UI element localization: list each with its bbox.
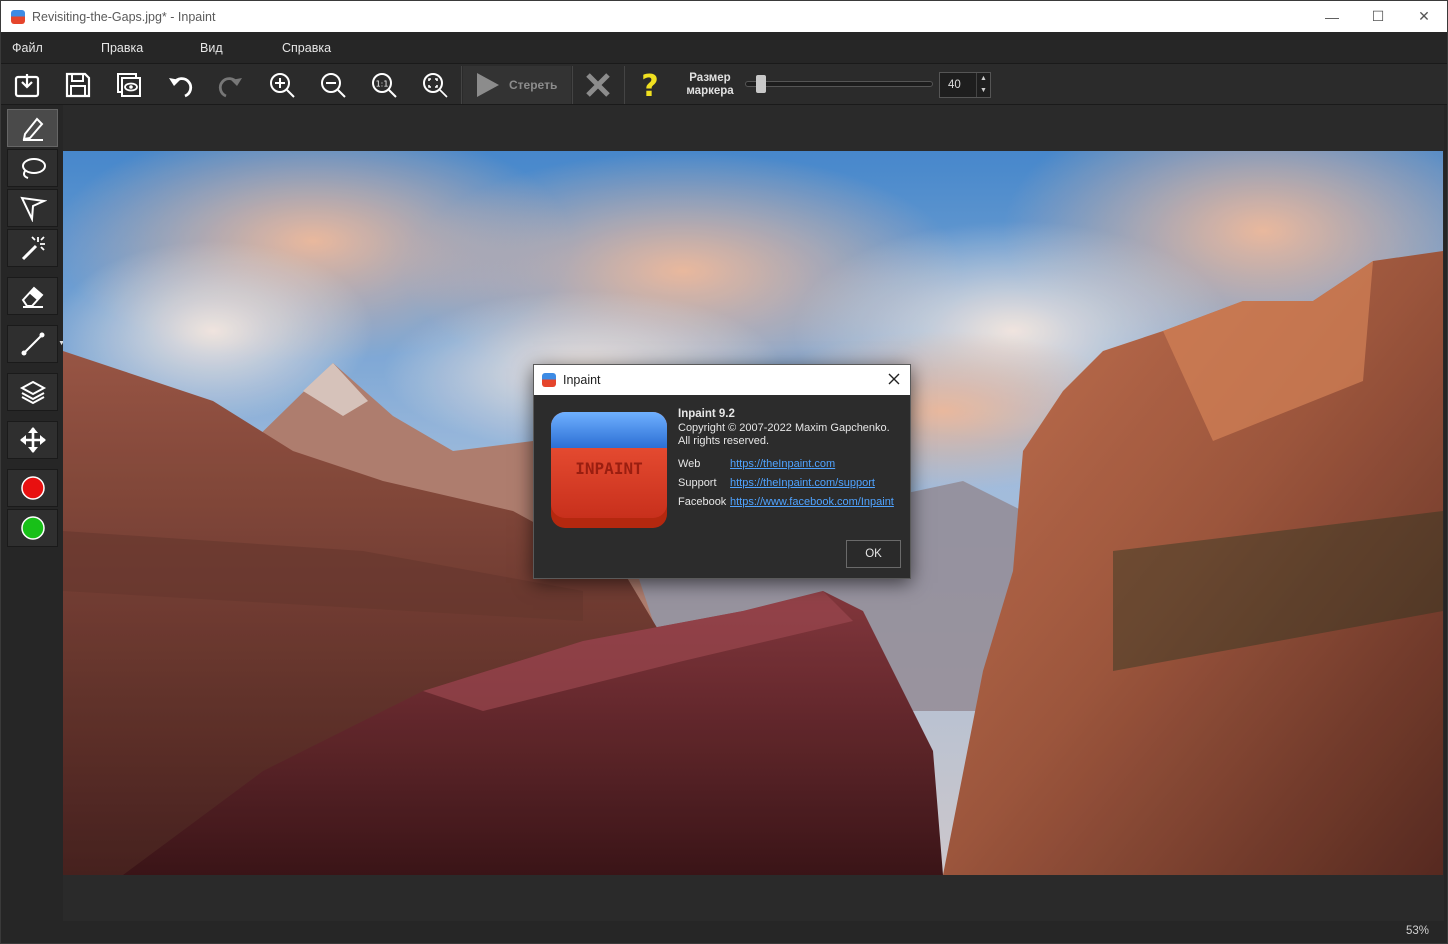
slider-track bbox=[745, 81, 933, 87]
web-link[interactable]: https://theInpaint.com bbox=[730, 458, 835, 470]
window-title: Revisiting-the-Gaps.jpg* - Inpaint bbox=[32, 9, 216, 24]
fit-button[interactable] bbox=[417, 68, 453, 102]
marker-icon bbox=[22, 117, 43, 141]
tool-eraser[interactable] bbox=[7, 277, 58, 315]
color-red-swatch[interactable] bbox=[7, 469, 58, 507]
toolbar-separator bbox=[624, 66, 625, 104]
support-label: Support bbox=[678, 477, 717, 489]
marker-size-value[interactable]: 40 bbox=[948, 79, 961, 91]
magic-wand-icon bbox=[21, 236, 45, 261]
marker-size-label: Размер маркера bbox=[677, 72, 743, 98]
rights-text: All rights reserved. bbox=[678, 435, 770, 447]
help-icon: ? bbox=[641, 70, 658, 100]
redo-button[interactable] bbox=[213, 68, 249, 102]
marker-label-line1: Размер bbox=[689, 72, 731, 84]
toolbar-separator bbox=[572, 66, 573, 104]
save-button[interactable] bbox=[60, 68, 96, 102]
cancel-button[interactable] bbox=[580, 68, 616, 102]
ok-button[interactable]: OK bbox=[846, 540, 901, 568]
title-bar: Revisiting-the-Gaps.jpg* - Inpaint — ☐ ✕ bbox=[1, 1, 1447, 32]
app-icon bbox=[11, 9, 25, 24]
maximize-button[interactable]: ☐ bbox=[1355, 1, 1401, 32]
help-button[interactable]: ? bbox=[632, 68, 668, 102]
inpaint-logo: INPAINT bbox=[551, 412, 667, 528]
spin-arrows[interactable]: ▲ ▼ bbox=[976, 73, 990, 97]
undo-button[interactable] bbox=[162, 68, 198, 102]
layers-icon bbox=[19, 380, 46, 405]
tool-panel: ▼ bbox=[1, 105, 65, 927]
svg-text:1:1: 1:1 bbox=[376, 80, 389, 89]
menu-edit[interactable]: Правка bbox=[101, 41, 143, 55]
spin-down-icon[interactable]: ▼ bbox=[977, 85, 990, 97]
app-window: Revisiting-the-Gaps.jpg* - Inpaint — ☐ ✕… bbox=[0, 0, 1448, 944]
zoom-level: 53% bbox=[1405, 925, 1429, 937]
save-icon bbox=[65, 72, 91, 98]
facebook-link[interactable]: https://www.facebook.com/Inpaint bbox=[730, 496, 894, 508]
zoom-out-button[interactable] bbox=[315, 68, 351, 102]
app-icon bbox=[542, 373, 556, 387]
lasso-icon bbox=[21, 158, 46, 179]
color-green-swatch[interactable] bbox=[7, 509, 58, 547]
line-icon bbox=[21, 332, 44, 356]
preview-icon bbox=[117, 73, 141, 97]
product-name: Inpaint 9.2 bbox=[678, 408, 735, 420]
marker-size-slider[interactable] bbox=[745, 75, 933, 93]
marker-label-line2: маркера bbox=[686, 85, 734, 97]
open-button[interactable] bbox=[9, 68, 45, 102]
minimize-button[interactable]: — bbox=[1309, 1, 1355, 32]
open-icon bbox=[14, 74, 40, 98]
erase-button[interactable]: Стереть bbox=[463, 66, 571, 104]
move-icon bbox=[19, 427, 46, 453]
tool-lasso[interactable] bbox=[7, 149, 58, 187]
undo-icon bbox=[169, 77, 193, 98]
erase-label: Стереть bbox=[509, 78, 558, 92]
zoom-in-button[interactable] bbox=[264, 68, 300, 102]
marker-size-spinbox[interactable]: 40 ▲ ▼ bbox=[939, 72, 991, 98]
toolbar-separator bbox=[461, 66, 462, 104]
menu-help[interactable]: Справка bbox=[282, 41, 331, 55]
zoom-out-icon bbox=[321, 73, 346, 98]
tool-marker[interactable] bbox=[7, 109, 58, 147]
close-button[interactable]: ✕ bbox=[1401, 1, 1447, 32]
zoom-in-icon bbox=[270, 73, 295, 98]
logo-text: INPAINT bbox=[575, 459, 642, 478]
tool-line[interactable]: ▼ bbox=[7, 325, 65, 363]
tool-polygon-lasso[interactable] bbox=[7, 189, 58, 227]
tool-magic-wand[interactable] bbox=[7, 229, 58, 267]
cancel-icon bbox=[586, 73, 610, 97]
menu-view[interactable]: Вид bbox=[200, 41, 223, 55]
polygon-lasso-icon bbox=[19, 196, 47, 222]
actual-size-button[interactable]: 1:1 bbox=[366, 68, 402, 102]
menu-bar: Файл Правка Вид Справка bbox=[1, 32, 1447, 63]
redo-icon bbox=[218, 77, 242, 98]
dialog-close-button[interactable] bbox=[884, 369, 904, 389]
eraser-icon bbox=[21, 286, 43, 308]
dialog-title-bar: Inpaint bbox=[534, 365, 910, 395]
preview-button[interactable] bbox=[111, 68, 147, 102]
tool-layers[interactable] bbox=[7, 373, 58, 411]
spin-up-icon[interactable]: ▲ bbox=[977, 73, 990, 85]
slider-thumb[interactable] bbox=[756, 75, 766, 93]
close-icon bbox=[888, 373, 900, 385]
web-label: Web bbox=[678, 458, 701, 470]
play-icon bbox=[477, 73, 499, 97]
svg-text:?: ? bbox=[641, 70, 658, 100]
support-link[interactable]: https://theInpaint.com/support bbox=[730, 477, 875, 489]
facebook-label: Facebook bbox=[678, 496, 727, 508]
toolbar: 1:1 Стереть ? Размер маркера 40 ▲ ▼ bbox=[1, 63, 1447, 105]
tool-move[interactable] bbox=[7, 421, 58, 459]
actual-size-icon: 1:1 bbox=[372, 73, 397, 98]
dialog-title: Inpaint bbox=[563, 373, 601, 387]
red-color-icon bbox=[20, 476, 45, 500]
status-bar: 53% bbox=[1, 921, 1447, 943]
about-dialog: Inpaint INPAINT Inpaint 9.2 Copyright © … bbox=[533, 364, 911, 579]
copyright-text: Copyright © 2007-2022 Maxim Gapchenko. bbox=[678, 422, 890, 434]
menu-file[interactable]: Файл bbox=[12, 41, 43, 55]
green-color-icon bbox=[20, 516, 45, 540]
fit-icon bbox=[423, 73, 448, 98]
